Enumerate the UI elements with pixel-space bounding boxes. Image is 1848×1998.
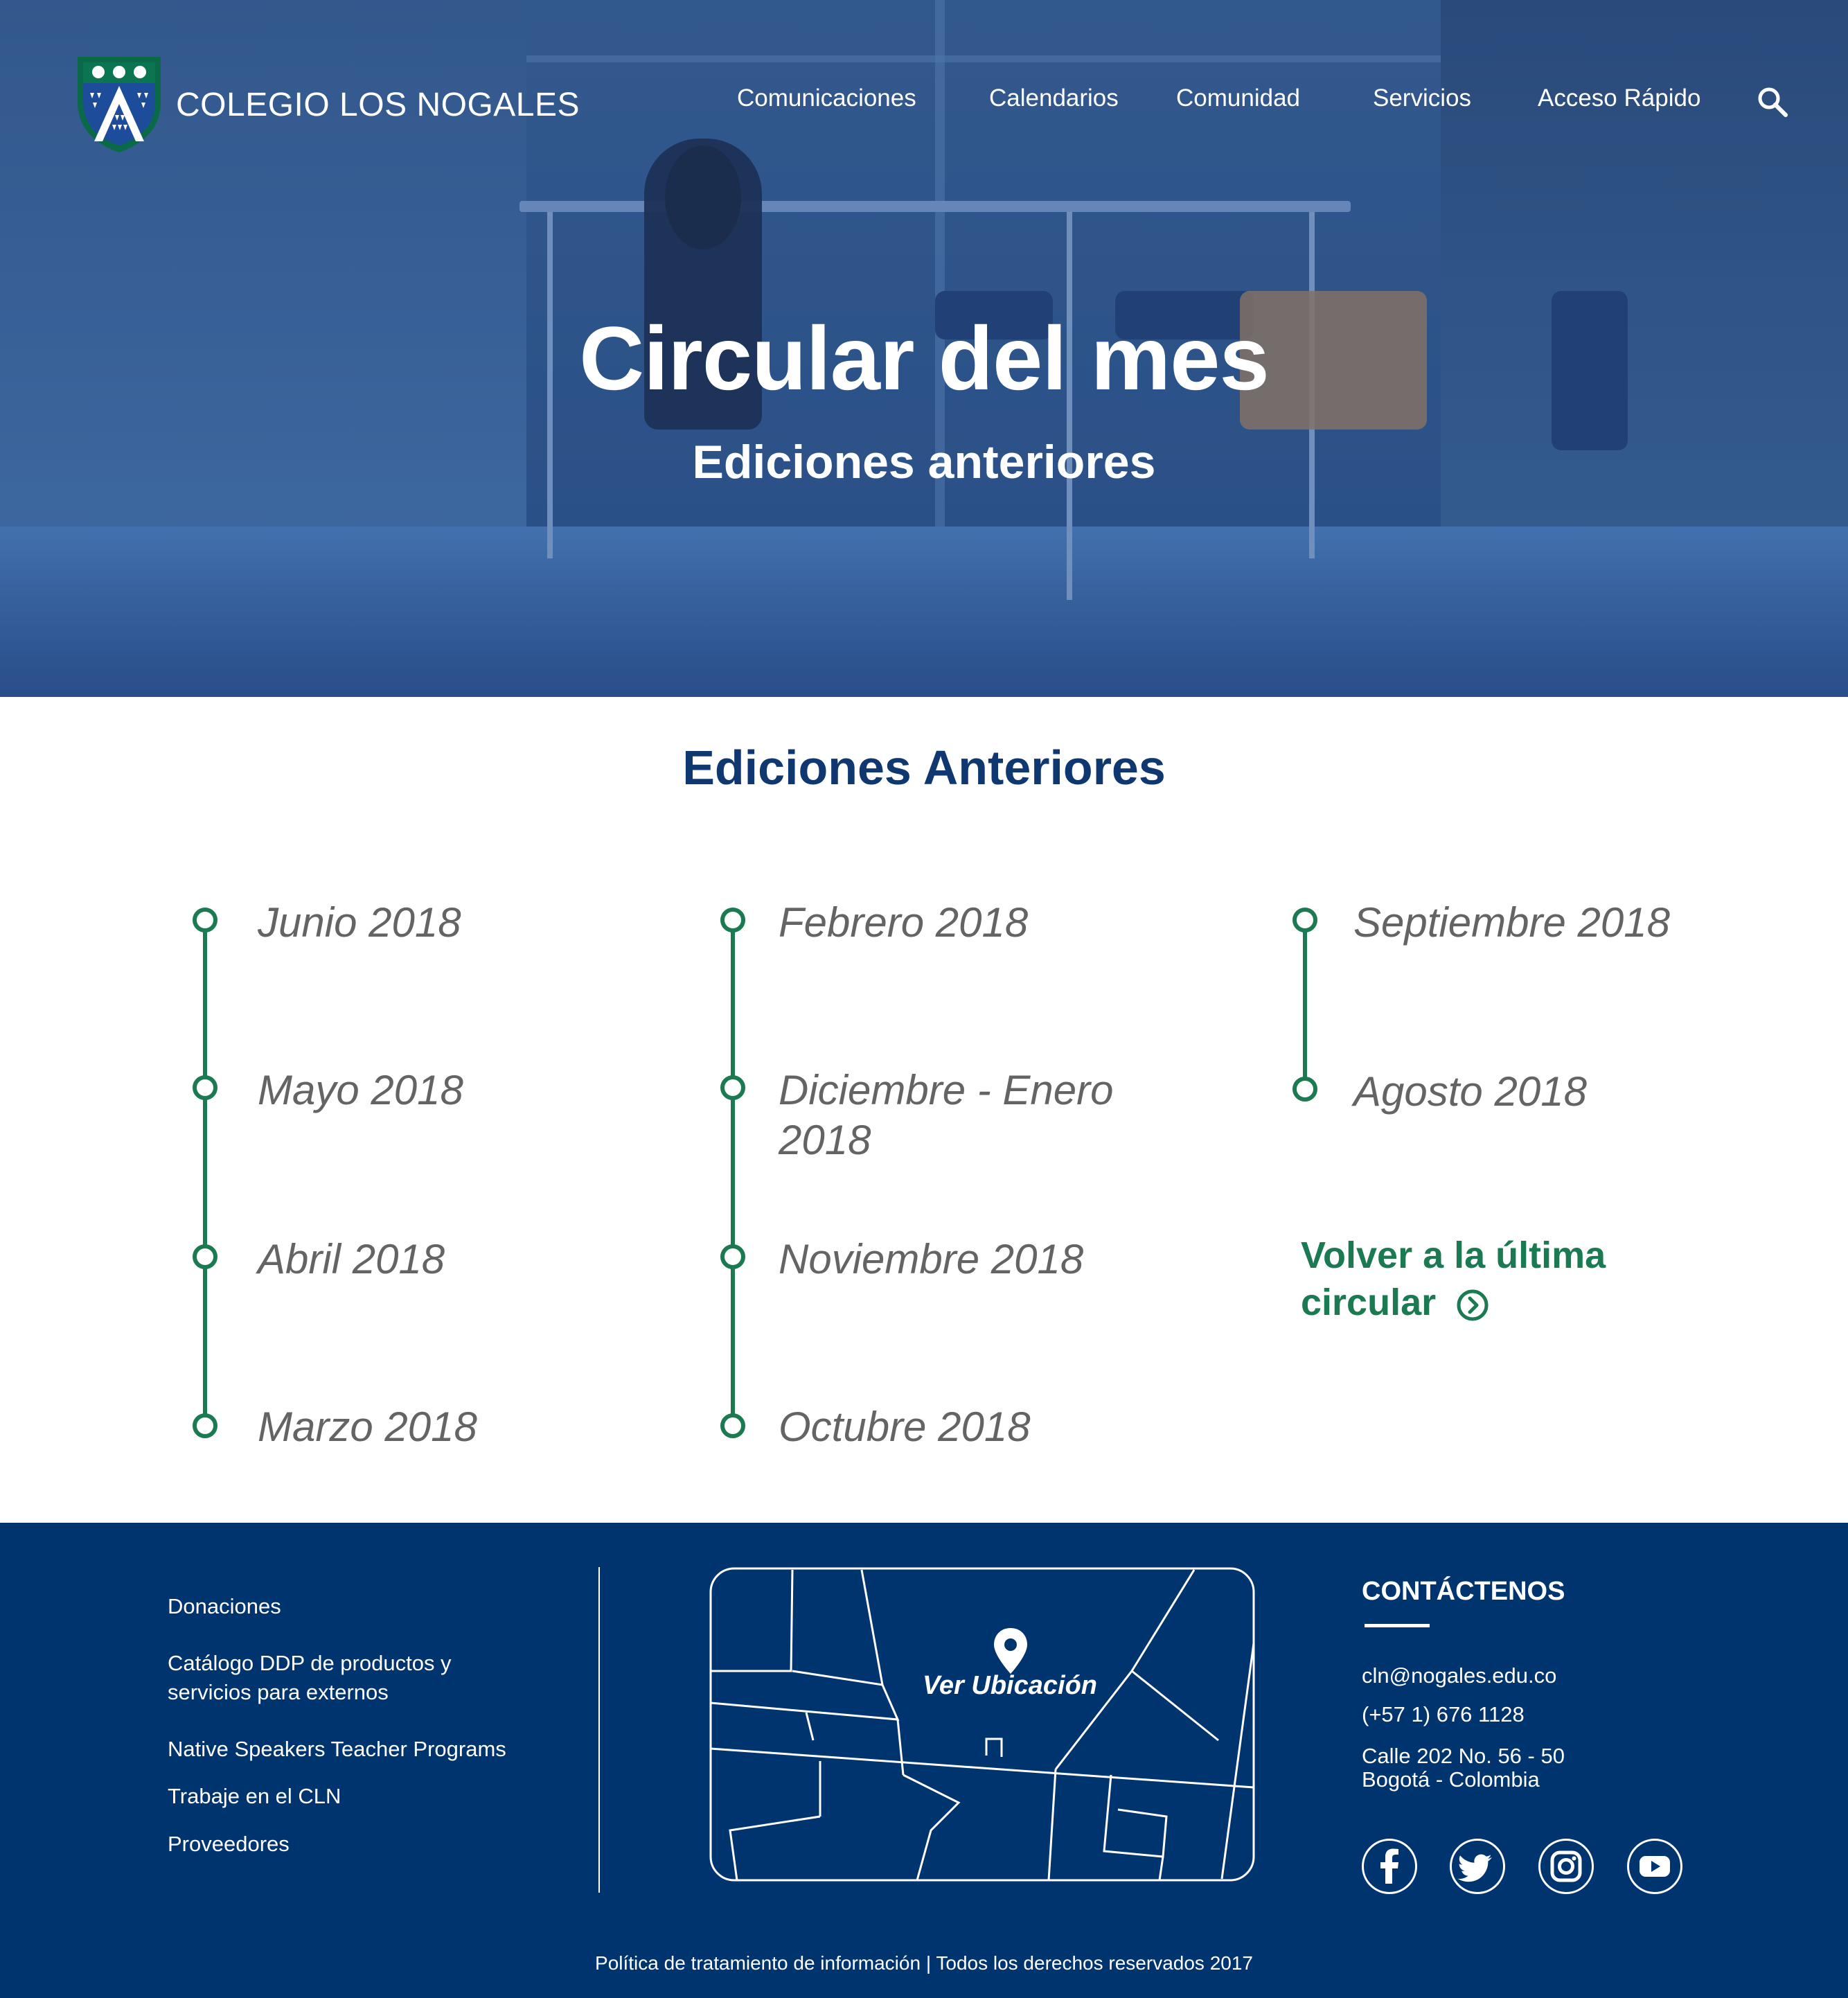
footer-link-native-speakers[interactable]: Native Speakers Teacher Programs [168, 1735, 506, 1764]
school-logo[interactable] [75, 54, 163, 154]
nav-comunicaciones[interactable]: Comunicaciones [737, 85, 916, 112]
contact-phone[interactable]: (+57 1) 676 1128 [1362, 1703, 1525, 1726]
timeline-dot [193, 1244, 217, 1269]
edition-link-diciembre-enero-2018[interactable]: Diciembre - Enero 2018 [779, 1066, 1125, 1165]
page-subtitle: Ediciones anteriores [692, 436, 1156, 488]
timeline-dot [193, 1075, 217, 1100]
nav-calendarios[interactable]: Calendarios [989, 85, 1119, 112]
footer-divider [598, 1567, 600, 1893]
timeline-dot [1292, 1077, 1317, 1102]
search-icon[interactable] [1757, 86, 1788, 118]
edition-link-junio-2018[interactable]: Junio 2018 [258, 898, 461, 948]
edition-link-agosto-2018[interactable]: Agosto 2018 [1353, 1067, 1587, 1117]
twitter-icon[interactable] [1450, 1839, 1505, 1894]
timeline-dot [193, 908, 217, 932]
edition-link-noviembre-2018[interactable]: Noviembre 2018 [779, 1235, 1083, 1284]
edition-link-octubre-2018[interactable]: Octubre 2018 [779, 1402, 1031, 1452]
contact-title: CONTÁCTENOS [1362, 1577, 1565, 1606]
edition-link-abril-2018[interactable]: Abril 2018 [258, 1235, 445, 1284]
timeline-dot [720, 1075, 745, 1100]
timeline-dot [720, 1413, 745, 1438]
footer-link-proveedores[interactable]: Proveedores [168, 1830, 290, 1859]
timeline-dot [720, 908, 745, 932]
edition-link-septiembre-2018[interactable]: Septiembre 2018 [1353, 898, 1670, 948]
timeline-line [1303, 921, 1307, 1089]
youtube-icon[interactable] [1627, 1839, 1682, 1894]
facebook-icon[interactable] [1362, 1839, 1417, 1894]
nav-acceso-rapido[interactable]: Acceso Rápido [1538, 85, 1700, 112]
page-title: Circular del mes [579, 308, 1270, 409]
back-to-latest-label: Volver a la última circular [1301, 1235, 1606, 1323]
timeline-line [203, 921, 207, 1426]
contact-email[interactable]: cln@nogales.edu.co [1362, 1664, 1556, 1688]
map-label[interactable]: Ver Ubicación [913, 1671, 1107, 1701]
location-map[interactable] [709, 1567, 1255, 1882]
contact-underline [1365, 1624, 1430, 1627]
footer-copyright[interactable]: Política de tratamiento de información |… [0, 1952, 1848, 1974]
timeline-dot [1292, 908, 1317, 932]
contact-address-line1: Calle 202 No. 56 - 50 [1362, 1744, 1565, 1768]
edition-link-mayo-2018[interactable]: Mayo 2018 [258, 1066, 463, 1115]
footer-link-donaciones[interactable]: Donaciones [168, 1592, 281, 1621]
footer-link-trabaje[interactable]: Trabaje en el CLN [168, 1782, 341, 1811]
chevron-right-circle-icon [1457, 1289, 1489, 1321]
contact-address-line2: Bogotá - Colombia [1362, 1767, 1540, 1792]
timeline-dot [720, 1244, 745, 1269]
back-to-latest-link[interactable]: Volver a la última circular [1301, 1232, 1689, 1326]
nav-servicios[interactable]: Servicios [1373, 85, 1471, 112]
brand-name[interactable]: COLEGIO LOS NOGALES [176, 86, 580, 124]
edition-link-febrero-2018[interactable]: Febrero 2018 [779, 898, 1028, 948]
timeline-dot [193, 1413, 217, 1438]
timeline-line [731, 921, 735, 1426]
location-pin-icon [994, 1628, 1027, 1674]
edition-link-marzo-2018[interactable]: Marzo 2018 [258, 1402, 477, 1452]
nav-comunidad[interactable]: Comunidad [1176, 85, 1300, 112]
footer-link-catalogo-ddp[interactable]: Catálogo DDP de productos y servicios pa… [168, 1649, 472, 1707]
instagram-icon[interactable] [1538, 1839, 1594, 1894]
section-title: Ediciones Anteriores [682, 741, 1166, 795]
